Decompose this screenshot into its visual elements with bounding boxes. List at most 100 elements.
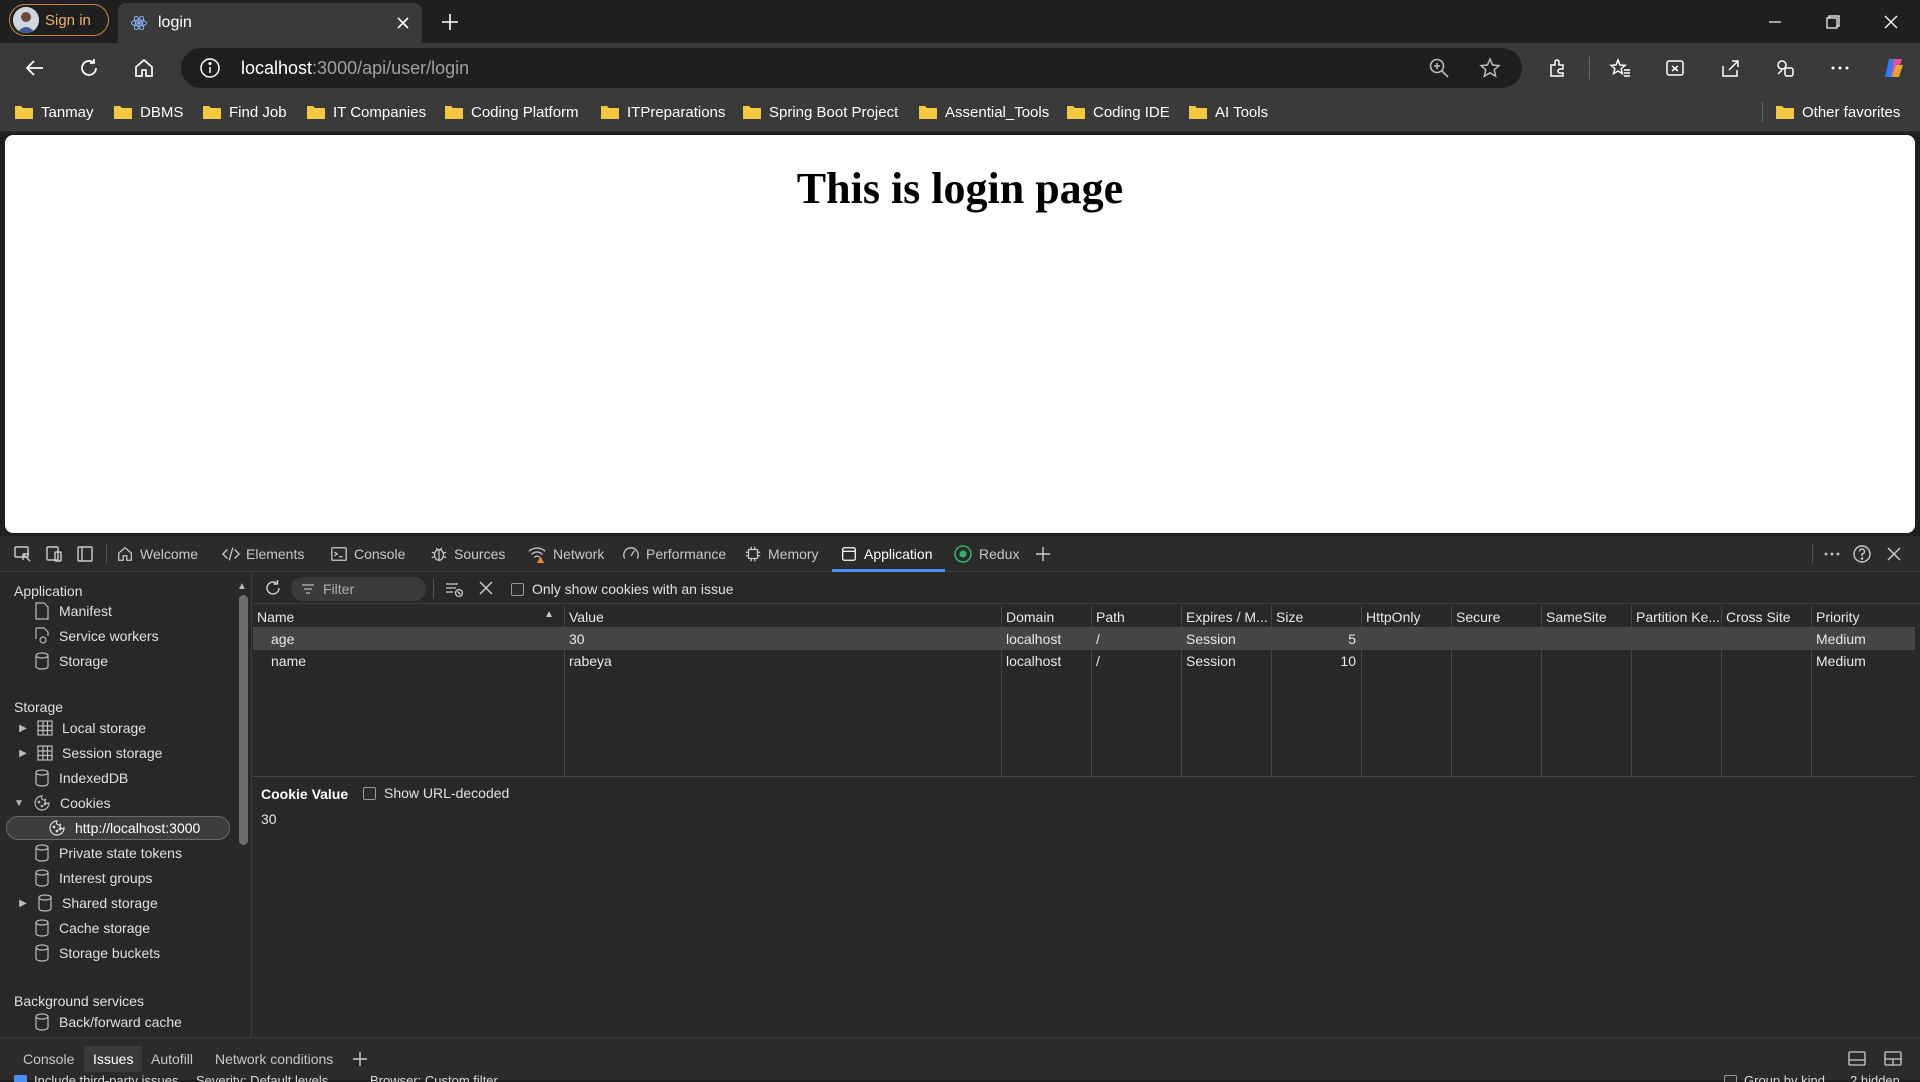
show-url-decoded-checkbox[interactable]: Show URL-decoded — [363, 785, 509, 801]
severity-dropdown[interactable]: Severity: Default levels — [196, 1074, 328, 1082]
filter-input[interactable]: Filter — [291, 577, 426, 601]
column-header-secure[interactable]: Secure — [1452, 605, 1540, 627]
sidebar-item-storage[interactable]: Storage — [34, 649, 108, 673]
column-header-priority[interactable]: Priority — [1812, 605, 1912, 627]
column-header-path[interactable]: Path — [1092, 605, 1180, 627]
sidebar-item-local-storage[interactable]: ▶ Local storage — [18, 716, 146, 740]
expand-arrow-icon[interactable]: ▶ — [18, 898, 28, 909]
sidebar-scrollbar[interactable] — [239, 595, 248, 845]
device-toolbar-icon[interactable] — [43, 543, 65, 565]
column-header-cross-site[interactable]: Cross Site — [1722, 605, 1810, 627]
sidebar-item-cache-storage[interactable]: Cache storage — [34, 916, 150, 940]
tab-application[interactable]: Application — [840, 536, 933, 572]
help-icon[interactable] — [1851, 543, 1873, 565]
sidebar-item-cookie-origin[interactable]: http://localhost:3000 — [48, 816, 200, 840]
dock-side-icon[interactable] — [1847, 1050, 1867, 1068]
share-icon[interactable] — [1715, 53, 1745, 83]
expand-arrow-icon[interactable]: ▶ — [18, 748, 28, 759]
sidebar-item-cookies[interactable]: ▼ Cookies — [14, 791, 111, 815]
favorite-star-icon[interactable] — [1479, 57, 1501, 79]
back-icon[interactable] — [20, 53, 50, 83]
tab-redux[interactable]: Redux — [953, 536, 1019, 572]
tab-performance[interactable]: Performance — [622, 536, 726, 572]
table-row[interactable]: name rabeya localhost / Session 10 Mediu… — [253, 650, 1915, 672]
tab-console[interactable]: Console — [330, 536, 405, 572]
drawer-tab-console[interactable]: Console — [14, 1046, 83, 1072]
sidebar-item-private-state-tokens[interactable]: Private state tokens — [34, 841, 182, 865]
tab-welcome[interactable]: Welcome — [116, 536, 198, 572]
sign-in-button[interactable]: Sign in — [9, 4, 109, 36]
sidebar-item-session-storage[interactable]: ▶ Session storage — [18, 741, 162, 765]
collapse-arrow-icon[interactable]: ▼ — [14, 798, 24, 809]
close-window-icon[interactable] — [1868, 0, 1914, 43]
expand-arrow-icon[interactable]: ▶ — [18, 723, 28, 734]
browser-tab-login[interactable]: login — [118, 3, 422, 43]
extensions-icon[interactable] — [1543, 53, 1573, 83]
toggle-sidebar-icon[interactable] — [74, 543, 96, 565]
tab-sources[interactable]: Sources — [430, 536, 505, 572]
home-icon[interactable] — [129, 53, 159, 83]
sidebar-item-service-workers[interactable]: Service workers — [34, 624, 159, 648]
drawer-tab-issues[interactable]: Issues — [84, 1046, 143, 1072]
bookmark-folder[interactable]: IT Companies — [306, 101, 426, 123]
close-tab-icon[interactable] — [396, 16, 410, 30]
restore-icon[interactable] — [1810, 0, 1856, 43]
refresh-cookies-icon[interactable] — [263, 578, 283, 598]
group-by-kind-checkbox[interactable] — [1724, 1075, 1737, 1082]
column-header-value[interactable]: Value — [565, 605, 995, 627]
column-header-size[interactable]: Size — [1272, 605, 1360, 627]
bookmark-folder[interactable]: AI Tools — [1188, 101, 1268, 123]
cookie-value-text[interactable]: 30 — [261, 811, 277, 827]
sidebar-item-storage-buckets[interactable]: Storage buckets — [34, 941, 160, 965]
refresh-icon[interactable] — [74, 53, 104, 83]
tab-memory[interactable]: Memory — [744, 536, 819, 572]
more-options-icon[interactable] — [1825, 53, 1855, 83]
browser-filter-dropdown[interactable]: Browser: Custom filter — [370, 1074, 498, 1082]
column-header-expires[interactable]: Expires / M... — [1182, 605, 1270, 627]
column-header-partition-key[interactable]: Partition Ke... — [1632, 605, 1720, 627]
collections-icon[interactable] — [1770, 53, 1800, 83]
zoom-icon[interactable] — [1428, 57, 1450, 79]
only-issue-checkbox[interactable]: Only show cookies with an issue — [511, 581, 734, 597]
column-header-httponly[interactable]: HttpOnly — [1362, 605, 1450, 627]
minimize-icon[interactable] — [1752, 0, 1798, 43]
scroll-up-icon[interactable]: ▲ — [237, 581, 247, 592]
bookmark-folder[interactable]: DBMS — [113, 101, 183, 123]
bookmark-folder[interactable]: Coding IDE — [1066, 101, 1170, 123]
site-info-icon[interactable] — [199, 57, 221, 79]
favorites-icon[interactable] — [1605, 53, 1635, 83]
bookmark-folder[interactable]: Tanmay — [14, 101, 94, 123]
column-header-name[interactable]: Name ▲ — [253, 605, 558, 627]
column-header-domain[interactable]: Domain — [1002, 605, 1090, 627]
bookmark-folder[interactable]: Find Job — [202, 101, 287, 123]
other-favorites-folder[interactable]: Other favorites — [1775, 101, 1900, 123]
drawer-layout-icon[interactable] — [1883, 1050, 1903, 1068]
screenshot-icon[interactable] — [1660, 53, 1690, 83]
drawer-tab-autofill[interactable]: Autofill — [142, 1046, 202, 1072]
sidebar-item-manifest[interactable]: Manifest — [34, 599, 112, 623]
more-tools-icon[interactable] — [1821, 543, 1843, 565]
drawer-tab-network-conditions[interactable]: Network conditions — [206, 1046, 342, 1072]
inspect-element-icon[interactable] — [12, 543, 34, 565]
copilot-icon[interactable] — [1879, 53, 1909, 83]
checkbox-icon[interactable] — [363, 786, 376, 800]
sidebar-item-interest-groups[interactable]: Interest groups — [34, 866, 152, 890]
table-row[interactable]: age 30 localhost / Session 5 Medium — [253, 628, 1915, 650]
clear-filtered-icon[interactable] — [444, 579, 464, 599]
tab-network[interactable]: Network — [527, 536, 604, 572]
add-tab-icon[interactable] — [1032, 543, 1054, 565]
tab-elements[interactable]: Elements — [222, 536, 304, 572]
add-drawer-tab-icon[interactable] — [352, 1051, 368, 1067]
column-header-samesite[interactable]: SameSite — [1542, 605, 1630, 627]
bookmark-folder[interactable]: ITPreparations — [600, 101, 725, 123]
close-devtools-icon[interactable] — [1883, 543, 1905, 565]
address-bar[interactable]: localhost:3000/api/user/login — [181, 48, 1522, 88]
clear-all-icon[interactable] — [478, 580, 494, 596]
checkbox-icon[interactable] — [511, 582, 524, 596]
url-text[interactable]: localhost:3000/api/user/login — [241, 58, 469, 79]
bookmark-folder[interactable]: Assential_Tools — [918, 101, 1049, 123]
bookmark-folder[interactable]: Spring Boot Project — [742, 101, 898, 123]
sidebar-item-indexeddb[interactable]: IndexedDB — [34, 766, 128, 790]
sidebar-item-shared-storage[interactable]: ▶ Shared storage — [18, 891, 158, 915]
bookmark-folder[interactable]: Coding Platform — [444, 101, 579, 123]
